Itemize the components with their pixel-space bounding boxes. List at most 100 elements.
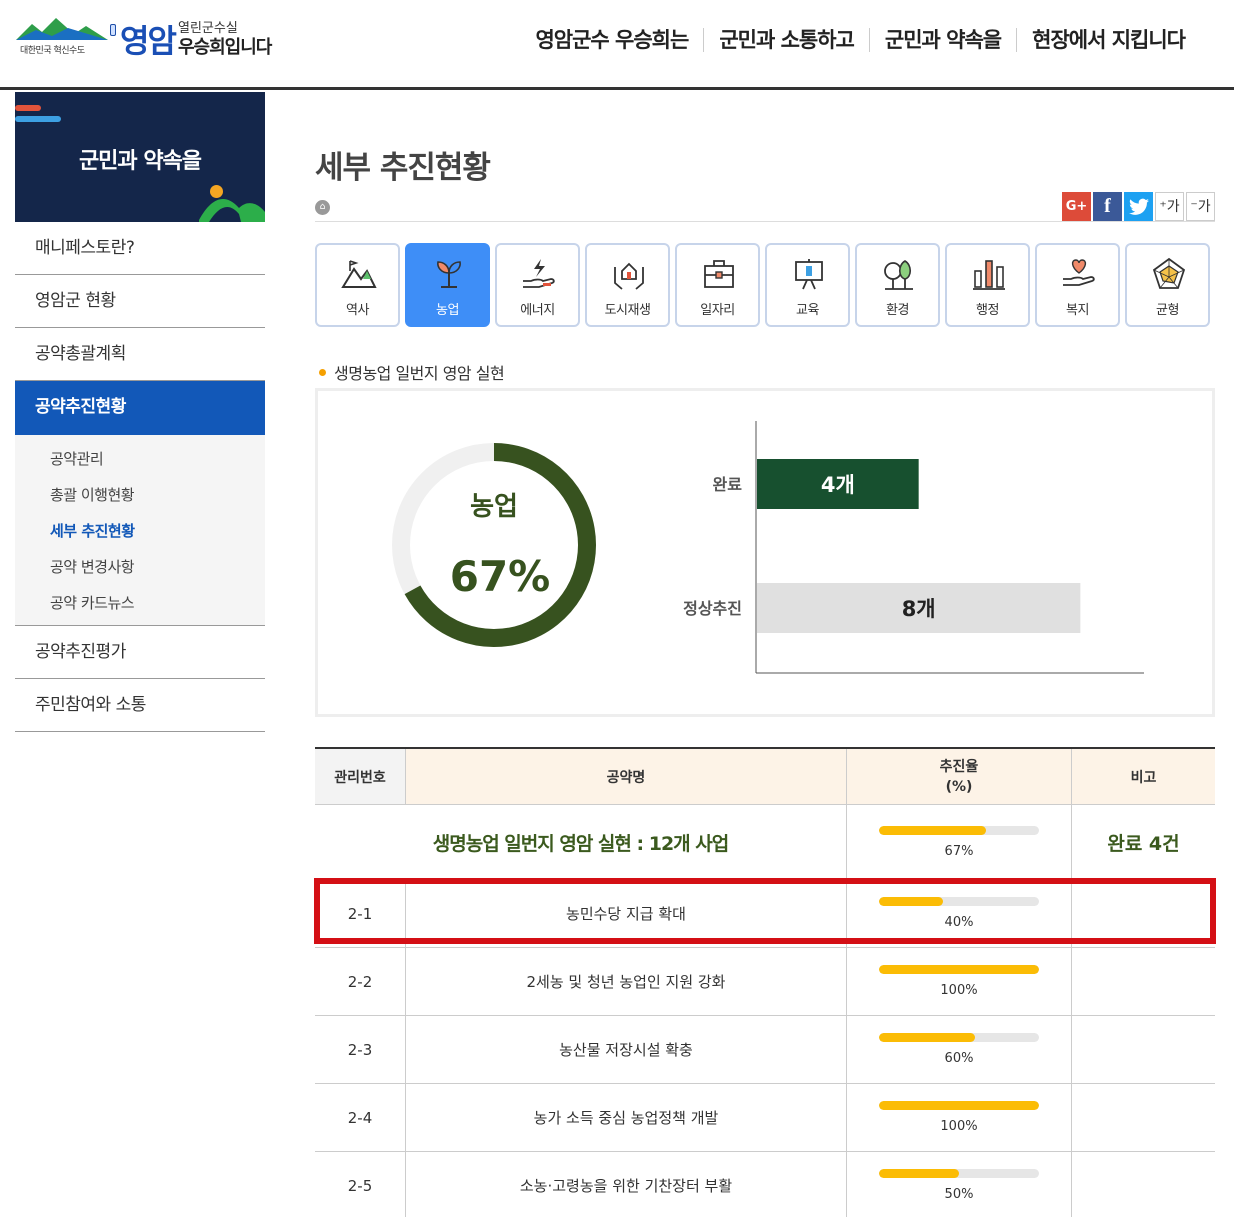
sidebar-item-plan[interactable]: 공약총괄계획 <box>15 328 265 381</box>
row-progress: 40% <box>846 880 1071 947</box>
energy-hand-icon <box>523 259 555 288</box>
progress-track <box>879 1169 1039 1178</box>
gnb-item-2[interactable]: 군민과 소통하고 <box>703 28 869 52</box>
tab-balance[interactable]: 균형 <box>1125 243 1210 327</box>
row-name[interactable]: 농산물 저장시설 확충 <box>405 1016 846 1083</box>
site-logo[interactable]: 대한민국 혁신수도 영암 열린군수실 우승희입니다 <box>14 14 284 60</box>
row-name[interactable]: 농민수당 지급 확대 <box>405 880 846 947</box>
tab-label: 에너지 <box>520 303 555 318</box>
sidebar-item-manifesto[interactable]: 매니페스토란? <box>15 222 265 275</box>
tab-energy[interactable]: 에너지 <box>495 243 580 327</box>
summary-note: 완료 4건 <box>1071 805 1215 879</box>
tab-administration[interactable]: 행정 <box>945 243 1030 327</box>
gnb-item-3[interactable]: 군민과 약속을 <box>868 28 1016 52</box>
row-name[interactable]: 2세농 및 청년 농업인 지원 강화 <box>405 948 846 1015</box>
tab-history[interactable]: 역사 <box>315 243 400 327</box>
sidebar-item-status[interactable]: 영암군 현황 <box>15 275 265 328</box>
tab-label: 교육 <box>796 303 819 318</box>
google-plus-button[interactable]: G+ <box>1062 192 1091 221</box>
summary-name: 생명농업 일번지 영암 실현 : 12개 사업 <box>432 832 729 855</box>
tab-agriculture[interactable]: 농업 <box>405 243 490 327</box>
row-no: 2-5 <box>347 1176 373 1195</box>
donut-value: 67% <box>450 552 551 601</box>
row-no: 2-2 <box>347 972 373 991</box>
progress-track <box>879 825 1039 835</box>
twitter-icon <box>1128 198 1149 215</box>
table-row[interactable]: 2-4 농가 소득 중심 농업정책 개발 100% <box>315 1084 1215 1152</box>
bars-icon <box>973 260 1005 290</box>
bar-value-label: 8개 <box>902 597 936 621</box>
gnb-item-4[interactable]: 현장에서 지킵니다 <box>1016 28 1200 52</box>
submenu-item-changes[interactable]: 공약 변경사항 <box>15 549 265 585</box>
header-name: 공약명 <box>405 749 846 804</box>
summary-row: 생명농업 일번지 영암 실현 : 12개 사업 67% 완료 4건 <box>315 805 1215 880</box>
site-header: 대한민국 혁신수도 영암 열린군수실 우승희입니다 영암군수 우승희는 군민과 … <box>0 0 1234 90</box>
sidebar: 군민과 약속을 매니페스토란? 영암군 현황 공약총괄계획 공약추진현황 공약관… <box>15 92 265 732</box>
logo-name: 우승희입니다 <box>178 37 272 58</box>
font-increase-button[interactable]: ⁺가 <box>1155 192 1184 221</box>
header-rate: 추진율 (%) <box>846 749 1071 804</box>
tab-label: 환경 <box>886 303 909 318</box>
banner-decoration <box>15 116 61 122</box>
pledge-table: 관리번호 공약명 추진율 (%) 비고 생명농업 일번지 영암 실현 : 12개 … <box>315 747 1215 1217</box>
submenu-item-cardnews[interactable]: 공약 카드뉴스 <box>15 585 265 621</box>
progress-track <box>879 1101 1039 1110</box>
tab-environment[interactable]: 환경 <box>855 243 940 327</box>
tab-label: 농업 <box>436 303 459 318</box>
sidebar-item-participation[interactable]: 주민참여와 소통 <box>15 679 265 732</box>
home-icon[interactable]: ⌂ <box>315 200 330 215</box>
bar-category-label: 정상추진 <box>683 599 742 618</box>
progress-track <box>879 965 1039 974</box>
location-bar: ⌂ G+ f ⁺가 ⁻가 <box>315 192 1215 222</box>
trees-icon <box>884 260 913 290</box>
progress-label: 100% <box>940 983 978 998</box>
header-note: 비고 <box>1071 749 1215 804</box>
row-progress: 100% <box>846 1084 1071 1151</box>
sidebar-item-evaluation[interactable]: 공약추진평가 <box>15 626 265 679</box>
progress-fill <box>879 965 1039 974</box>
facebook-button[interactable]: f <box>1093 192 1122 221</box>
submenu-item-detail[interactable]: 세부 추진현황 <box>15 513 265 549</box>
tab-welfare[interactable]: 복지 <box>1035 243 1120 327</box>
bullet-icon <box>319 369 326 376</box>
row-name[interactable]: 농가 소득 중심 농업정책 개발 <box>405 1084 846 1151</box>
table-header: 관리번호 공약명 추진율 (%) 비고 <box>315 749 1215 805</box>
table-row[interactable]: 2-5 소농·고령농을 위한 기찬장터 부활 50% <box>315 1152 1215 1217</box>
twitter-button[interactable] <box>1124 192 1153 221</box>
row-note <box>1071 1084 1215 1151</box>
sprout-icon <box>437 261 461 288</box>
submenu-item-manage[interactable]: 공약관리 <box>15 441 265 477</box>
tab-label: 일자리 <box>700 303 735 318</box>
section-title: 생명농업 일번지 영암 실현 <box>334 364 505 383</box>
hills-icon <box>199 198 265 222</box>
section-heading: 생명농업 일번지 영암 실현 <box>319 360 505 384</box>
row-name[interactable]: 소농·고령농을 위한 기찬장터 부활 <box>405 1152 846 1217</box>
sidebar-item-progress[interactable]: 공약추진현황 <box>15 381 265 435</box>
table-row[interactable]: 2-3 농산물 저장시설 확충 60% <box>315 1016 1215 1084</box>
tab-label: 행정 <box>976 303 999 318</box>
tab-urban-regeneration[interactable]: 도시재생 <box>585 243 670 327</box>
table-row[interactable]: 2-2 2세농 및 청년 농업인 지원 강화 100% <box>315 948 1215 1016</box>
bar-category-label: 완료 <box>713 475 743 494</box>
progress-label: 100% <box>940 1119 978 1134</box>
tab-education[interactable]: 교육 <box>765 243 850 327</box>
mountain-flag-icon <box>341 260 377 288</box>
progress-fill <box>879 897 943 906</box>
row-note <box>1071 880 1215 947</box>
progress-label: 40% <box>944 915 974 930</box>
row-note <box>1071 948 1215 1015</box>
tab-jobs[interactable]: 일자리 <box>675 243 760 327</box>
progress-label: 60% <box>944 1051 974 1066</box>
mountain-logo-icon <box>16 18 108 40</box>
chart-panel: 농업 67% 완료 4개 정상추진 8개 <box>315 388 1215 717</box>
heart-hand-icon <box>1063 259 1095 286</box>
table-row[interactable]: 2-1 농민수당 지급 확대 40% <box>315 880 1215 948</box>
gnb-item-1[interactable]: 영암군수 우승희는 <box>520 28 703 52</box>
font-decrease-button[interactable]: ⁻가 <box>1186 192 1215 221</box>
radar-icon <box>1152 257 1186 289</box>
donut-title: 농업 <box>470 492 518 522</box>
header-rate-unit: (%) <box>945 778 973 795</box>
submenu-item-overall[interactable]: 총괄 이행현황 <box>15 477 265 513</box>
progress-label: 50% <box>944 1187 974 1202</box>
tab-label: 균형 <box>1156 303 1179 318</box>
